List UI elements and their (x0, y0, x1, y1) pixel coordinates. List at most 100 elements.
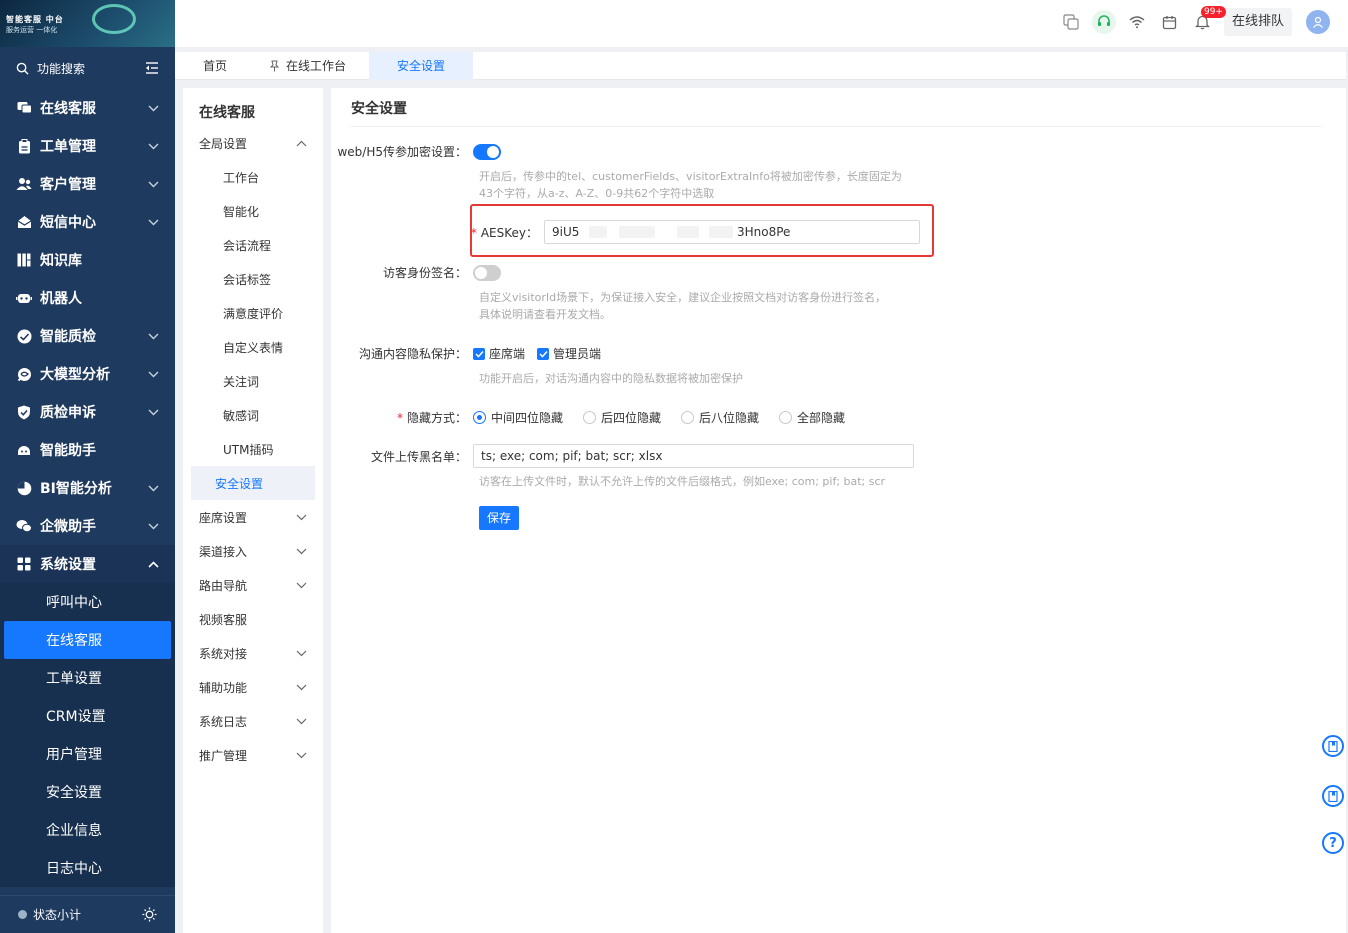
sidebar-subitem-1[interactable]: 在线客服 (4, 621, 171, 659)
status-label: 状态小计 (33, 908, 82, 922)
sun-icon[interactable] (142, 907, 157, 922)
sidebar-item-1[interactable]: 工单管理 (0, 127, 175, 165)
subnav-child-3[interactable]: 会话标签 (191, 262, 315, 296)
blacklist-input[interactable]: ts; exe; com; pif; bat; scr; xlsx (473, 444, 914, 468)
help-icon[interactable]: ? (1322, 832, 1344, 854)
blacklist-hint: 访客在上传文件时，默认不允许上传的文件后缀格式，例如exe; com; pif;… (479, 475, 886, 488)
checkbox-admin[interactable]: 管理员端 (537, 345, 601, 362)
sidebar-item-9[interactable]: 智能助手 (0, 431, 175, 469)
visitor-sign-hint: 自定义visitorId场景下，为保证接入安全，建议企业按照文档对访客身份进行签… (479, 289, 929, 323)
collapse-menu-icon[interactable] (145, 62, 159, 74)
subnav-group-4[interactable]: 系统对接 (183, 636, 323, 670)
function-search-label: 功能搜索 (37, 61, 86, 76)
sidebar-item-label: 智能质检 (40, 329, 96, 345)
web-encrypt-row: web/H5传参加密设置： (331, 143, 501, 160)
sidebar-item-label: 系统设置 (40, 557, 96, 573)
status-bar[interactable]: 状态小计 (0, 895, 175, 933)
aes-key-label-text: AESKey： (480, 225, 538, 240)
page-title: 安全设置 (351, 101, 407, 117)
sidebar: 智能客服 中台 服务运营 一体化 功能搜索 在线客服 工单管理 客户管理 短信中心 知识… (0, 0, 175, 933)
sidebar-item-2[interactable]: 客户管理 (0, 165, 175, 203)
sidebar-item-label: 智能助手 (40, 443, 96, 459)
calendar-icon[interactable] (1158, 10, 1182, 34)
sidebar-subitem-0[interactable]: 呼叫中心 (4, 583, 171, 621)
subnav-child-5[interactable]: 自定义表情 (191, 330, 315, 364)
aes-key-redaction (579, 223, 735, 242)
bell-icon[interactable]: 99+ (1191, 6, 1226, 34)
save-button[interactable]: 保存 (479, 506, 520, 530)
tab-security-settings[interactable]: 安全设置 (369, 52, 474, 80)
shield-icon (16, 404, 32, 420)
subnav-group-label: 座席设置 (199, 510, 248, 525)
pin-icon (269, 60, 280, 72)
chevron-down-icon (148, 219, 159, 226)
headset-icon[interactable] (1091, 10, 1116, 34)
sidebar-item-label: 在线客服 (40, 101, 96, 117)
subnav-group-label: 推广管理 (199, 748, 248, 763)
subnav-group-3[interactable]: 视频客服 (183, 602, 323, 636)
hide-mode-label-text: 隐藏方式： (406, 411, 467, 425)
radio-hide-last-four[interactable]: 后四位隐藏 (583, 409, 661, 426)
chevron-down-icon (148, 485, 159, 492)
chevron-down-icon (148, 143, 159, 150)
sidebar-item-4[interactable]: 知识库 (0, 241, 175, 279)
aes-key-prefix: 9iU5 (552, 225, 580, 239)
sidebar-subitem-7[interactable]: 日志中心 (4, 849, 171, 887)
subnav-group-label: 系统日志 (199, 714, 248, 729)
bookmark-icon[interactable] (1322, 735, 1344, 757)
sidebar-item-7[interactable]: 大模型分析 (0, 355, 175, 393)
sidebar-item-6[interactable]: 智能质检 (0, 317, 175, 355)
tab-home[interactable]: 首页 (175, 52, 255, 80)
sidebar-subitem-2[interactable]: 工单设置 (4, 659, 171, 697)
subnav-group-5[interactable]: 辅助功能 (183, 670, 323, 704)
sidebar-item-label: 大模型分析 (40, 367, 110, 383)
notebook-icon[interactable] (1322, 785, 1344, 807)
subnav-global-settings[interactable]: 全局设置 (183, 126, 323, 160)
subnav-child-6[interactable]: 关注词 (191, 364, 315, 398)
sidebar-subitem-3[interactable]: CRM设置 (4, 697, 171, 735)
sidebar-item-3[interactable]: 短信中心 (0, 203, 175, 241)
chevron-down-icon (148, 333, 159, 340)
sidebar-subitem-5[interactable]: 安全设置 (4, 773, 171, 811)
tab-bar: 首页 在线工作台 安全设置 (175, 52, 1346, 80)
radio-hide-all[interactable]: 全部隐藏 (779, 409, 845, 426)
visitor-sign-toggle[interactable] (473, 264, 501, 281)
radio-hide-middle-four[interactable]: 中间四位隐藏 (473, 409, 563, 426)
radio-hide-middle-four-label: 中间四位隐藏 (491, 411, 564, 425)
subnav-group-1[interactable]: 渠道接入 (183, 534, 323, 568)
sidebar-item-12[interactable]: 系统设置 (0, 545, 175, 583)
chevron-down-icon (296, 650, 307, 657)
sidebar-subitem-4[interactable]: 用户管理 (4, 735, 171, 773)
aes-key-label: * AESKey： (470, 225, 538, 240)
function-search[interactable]: 功能搜索 (0, 47, 175, 89)
sidebar-item-5[interactable]: 机器人 (0, 279, 175, 317)
sidebar-item-8[interactable]: 质检申诉 (0, 393, 175, 431)
subnav-child-4[interactable]: 满意度评价 (191, 296, 315, 330)
translate-icon[interactable] (1059, 10, 1083, 34)
subnav-group-0[interactable]: 座席设置 (183, 500, 323, 534)
sidebar-item-11[interactable]: 企微助手 (0, 507, 175, 545)
subnav-child-1[interactable]: 智能化 (191, 194, 315, 228)
visitor-sign-row: 访客身份签名： (331, 264, 501, 281)
subnav-group-6[interactable]: 系统日志 (183, 704, 323, 738)
sidebar-subitem-6[interactable]: 企业信息 (4, 811, 171, 849)
tab-online-workbench[interactable]: 在线工作台 (255, 52, 360, 80)
avatar[interactable] (1306, 10, 1330, 34)
wifi-icon[interactable] (1125, 10, 1149, 34)
subnav-child-0[interactable]: 工作台 (191, 160, 315, 194)
sidebar-item-label: 工单管理 (40, 139, 96, 155)
online-queue-button[interactable]: 在线排队 (1223, 8, 1292, 36)
web-encrypt-toggle[interactable] (473, 143, 501, 160)
radio-hide-last-eight[interactable]: 后八位隐藏 (681, 409, 759, 426)
sidebar-item-0[interactable]: 在线客服 (0, 89, 175, 127)
subnav-group-7[interactable]: 推广管理 (183, 738, 323, 772)
subnav-child-9[interactable]: 安全设置 (191, 466, 315, 500)
top-bar: 99+ 在线排队 (175, 0, 1348, 47)
subnav-child-7[interactable]: 敏感词 (191, 398, 315, 432)
checkbox-agent[interactable]: 座席端 (473, 345, 525, 362)
aes-key-input[interactable]: 9iU5 3Hno8Pe (544, 220, 920, 244)
subnav-child-2[interactable]: 会话流程 (191, 228, 315, 262)
subnav-group-2[interactable]: 路由导航 (183, 568, 323, 602)
subnav-child-8[interactable]: UTM插码 (191, 432, 315, 466)
sidebar-item-10[interactable]: BI智能分析 (0, 469, 175, 507)
